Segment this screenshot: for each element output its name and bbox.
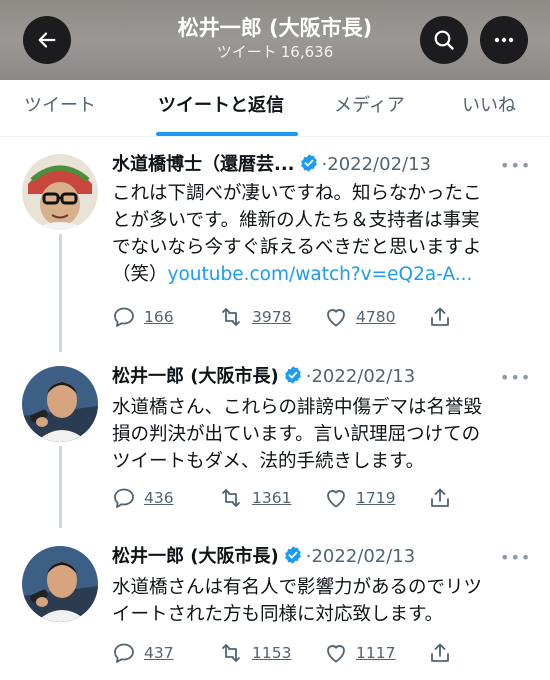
reply-button[interactable]: 166 [112, 304, 174, 330]
retweet-count: 1361 [252, 489, 292, 507]
tweet-date[interactable]: 2022/02/13 [327, 154, 431, 175]
search-button[interactable] [420, 16, 468, 64]
heart-icon [327, 490, 345, 508]
tweet-text-prefix: （笑） [112, 264, 168, 285]
verified-badge-icon [300, 154, 317, 172]
tweet-text-line: イートされた方も同様に対応致します。 [112, 604, 444, 625]
tweet-link[interactable]: youtube.com/watch?v=eQ2a-A... [168, 264, 473, 285]
tweet-count-label: ツイート [216, 43, 277, 61]
tweet-text-line: ツイートもダメ、法的手続きします。 [112, 451, 425, 472]
share-icon [431, 643, 449, 662]
tweet-actions: 436 1361 1719 [112, 485, 532, 511]
back-button[interactable] [23, 16, 71, 64]
tweet-text-line: これは下調べが凄いですね。知らなかったこ [112, 183, 482, 204]
tweet-text: これは下調べが凄いですね。知らなかったこ とが多いです。維新の人たち＆支持者は事… [112, 180, 532, 288]
tweet-text-line: とが多いです。維新の人たち＆支持者は事実 [112, 210, 480, 231]
avatar[interactable] [22, 546, 98, 622]
tweet-header: 松井一郎 (大阪市長) ·2022/02/13 [112, 544, 415, 570]
tweet-more-icon[interactable]: ••• [500, 368, 531, 387]
tweet-text-line: 損の判決が出ています。言い訳理屈つけての [112, 424, 481, 445]
author-name[interactable]: 松井一郎 (大阪市長) [112, 546, 279, 567]
more-horizontal-icon [494, 37, 514, 43]
avatar-image [22, 546, 98, 622]
tweet-date[interactable]: 2022/02/13 [311, 366, 415, 387]
author-name[interactable]: 松井一郎 (大阪市長) [112, 366, 279, 387]
reply-button[interactable]: 437 [112, 640, 174, 666]
retweet-button[interactable]: 1153 [218, 640, 291, 666]
retweet-count: 1153 [252, 644, 292, 662]
share-button[interactable] [428, 304, 452, 330]
like-count: 1719 [356, 489, 396, 507]
search-icon [434, 30, 454, 50]
tweet[interactable]: 松井一郎 (大阪市長) ·2022/02/13 ••• 水道橋さんは有名人で影響力… [0, 528, 550, 680]
arrow-left-icon [38, 32, 56, 48]
reply-icon [114, 307, 134, 327]
heart-icon [327, 309, 345, 327]
reply-count: 436 [144, 489, 174, 507]
heart-icon [327, 645, 345, 663]
reply-icon [114, 643, 134, 663]
tweet-count: ツイート 16,636 [140, 41, 410, 62]
retweet-count: 3978 [252, 308, 292, 326]
share-icon [431, 307, 449, 326]
like-count: 1117 [356, 644, 396, 662]
avatar[interactable] [22, 366, 98, 442]
tweet-actions: 166 3978 4780 [112, 304, 532, 330]
thread-line [59, 446, 62, 528]
retweet-icon [222, 644, 240, 662]
like-button[interactable]: 1719 [324, 485, 395, 511]
tweet-text-line: でないなら今すぐ訴えるべきだと思いますよ [112, 237, 482, 258]
more-options-button[interactable] [480, 16, 528, 64]
tweet-more-icon[interactable]: ••• [500, 156, 531, 175]
like-button[interactable]: 4780 [324, 304, 395, 330]
tab-tweets[interactable]: ツイート [24, 80, 96, 136]
like-count: 4780 [356, 308, 396, 326]
avatar-image [22, 366, 98, 442]
tweet-text-line: （笑）youtube.com/watch?v=eQ2a-A... [112, 261, 532, 288]
tab-tweets-and-replies[interactable]: ツイートと返信 [158, 80, 284, 136]
tweet-count-value: 16,636 [280, 43, 334, 61]
author-name[interactable]: 水道橋博士（還暦芸... [112, 154, 295, 175]
tweet-header: 水道橋博士（還暦芸... ·2022/02/13 [112, 152, 431, 178]
profile-header: 松井一郎 (大阪市長) ツイート 16,636 [0, 0, 550, 80]
reply-button[interactable]: 436 [112, 485, 174, 511]
share-icon [431, 488, 449, 507]
tweet[interactable]: 松井一郎 (大阪市長) ·2022/02/13 ••• 水道橋さん、これらの誹謗中… [0, 352, 550, 528]
thread-line [59, 234, 62, 352]
profile-tabs: ツイート ツイートと返信 メディア いいね [0, 80, 550, 137]
tweet-text-line: 水道橋さんは有名人で影響力があるのでリツ [112, 577, 483, 598]
retweet-button[interactable]: 1361 [218, 485, 291, 511]
tweet-text-line: 水道橋さん、これらの誹謗中傷デマは名誉毀 [112, 397, 483, 418]
retweet-icon [222, 489, 240, 507]
tab-media[interactable]: メディア [334, 80, 405, 136]
tweet-text: 水道橋さん、これらの誹謗中傷デマは名誉毀 損の判決が出ています。言い訳理屈つけて… [112, 394, 532, 475]
verified-badge-icon [284, 366, 301, 384]
tweet-header: 松井一郎 (大阪市長) ·2022/02/13 [112, 364, 415, 390]
avatar-image [22, 154, 98, 230]
share-button[interactable] [428, 485, 452, 511]
retweet-button[interactable]: 3978 [218, 304, 291, 330]
tab-likes[interactable]: いいね [462, 80, 516, 136]
tweet-date[interactable]: 2022/02/13 [311, 546, 415, 567]
reply-icon [114, 488, 134, 508]
tweet-more-icon[interactable]: ••• [500, 548, 531, 567]
active-tab-indicator [156, 132, 298, 136]
share-button[interactable] [428, 640, 452, 666]
profile-name: 松井一郎 (大阪市長) [177, 16, 373, 40]
reply-count: 437 [144, 644, 174, 662]
retweet-icon [222, 308, 240, 326]
tweet-text: 水道橋さんは有名人で影響力があるのでリツ イートされた方も同様に対応致します。 [112, 574, 532, 628]
tweet-actions: 437 1153 1117 [112, 640, 532, 666]
tweet[interactable]: 水道橋博士（還暦芸... ·2022/02/13 ••• これは下調べが凄いですね… [0, 140, 550, 352]
verified-badge-icon [284, 546, 301, 564]
avatar[interactable] [22, 154, 98, 230]
reply-count: 166 [144, 308, 174, 326]
like-button[interactable]: 1117 [324, 640, 395, 666]
